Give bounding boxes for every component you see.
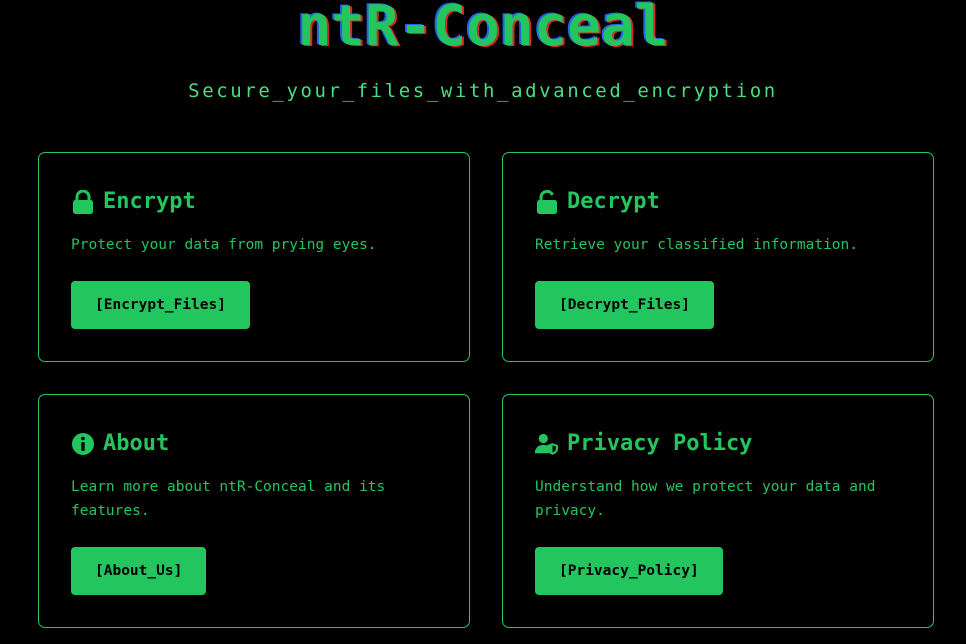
unlock-icon	[535, 189, 559, 215]
privacy-card: Privacy Policy Understand how we protect…	[502, 394, 934, 628]
info-icon	[71, 431, 95, 457]
privacy-card-header: Privacy Policy	[535, 429, 752, 459]
about-card-title: About	[103, 431, 170, 456]
decrypt-card-description: Retrieve your classified information.	[535, 237, 859, 253]
decrypt-card-title: Decrypt	[567, 189, 660, 214]
encrypt-files-button[interactable]: [Encrypt_Files]	[71, 281, 250, 329]
encrypt-card: Encrypt Protect your data from prying ey…	[38, 152, 470, 362]
app-title: ntR-Conceal	[297, 0, 669, 59]
lock-icon	[71, 189, 95, 215]
app-subtitle: Secure_your_files_with_advanced_encrypti…	[188, 80, 778, 102]
encrypt-card-title: Encrypt	[103, 189, 196, 214]
about-card: About Learn more about ntR-Conceal and i…	[38, 394, 470, 628]
privacy-card-description: Understand how we protect your data and …	[535, 479, 876, 519]
encrypt-card-header: Encrypt	[71, 187, 196, 217]
decrypt-card: Decrypt Retrieve your classified informa…	[502, 152, 934, 362]
about-card-header: About	[71, 429, 169, 459]
about-card-description: Learn more about ntR-Conceal and its fea…	[71, 479, 386, 519]
encrypt-card-description: Protect your data from prying eyes.	[71, 237, 377, 253]
user-shield-icon	[535, 431, 559, 457]
privacy-policy-button[interactable]: [Privacy_Policy]	[535, 547, 723, 595]
decrypt-card-header: Decrypt	[535, 187, 660, 217]
decrypt-files-button[interactable]: [Decrypt_Files]	[535, 281, 714, 329]
about-us-button[interactable]: [About_Us]	[71, 547, 207, 595]
privacy-card-title: Privacy Policy	[567, 431, 753, 456]
